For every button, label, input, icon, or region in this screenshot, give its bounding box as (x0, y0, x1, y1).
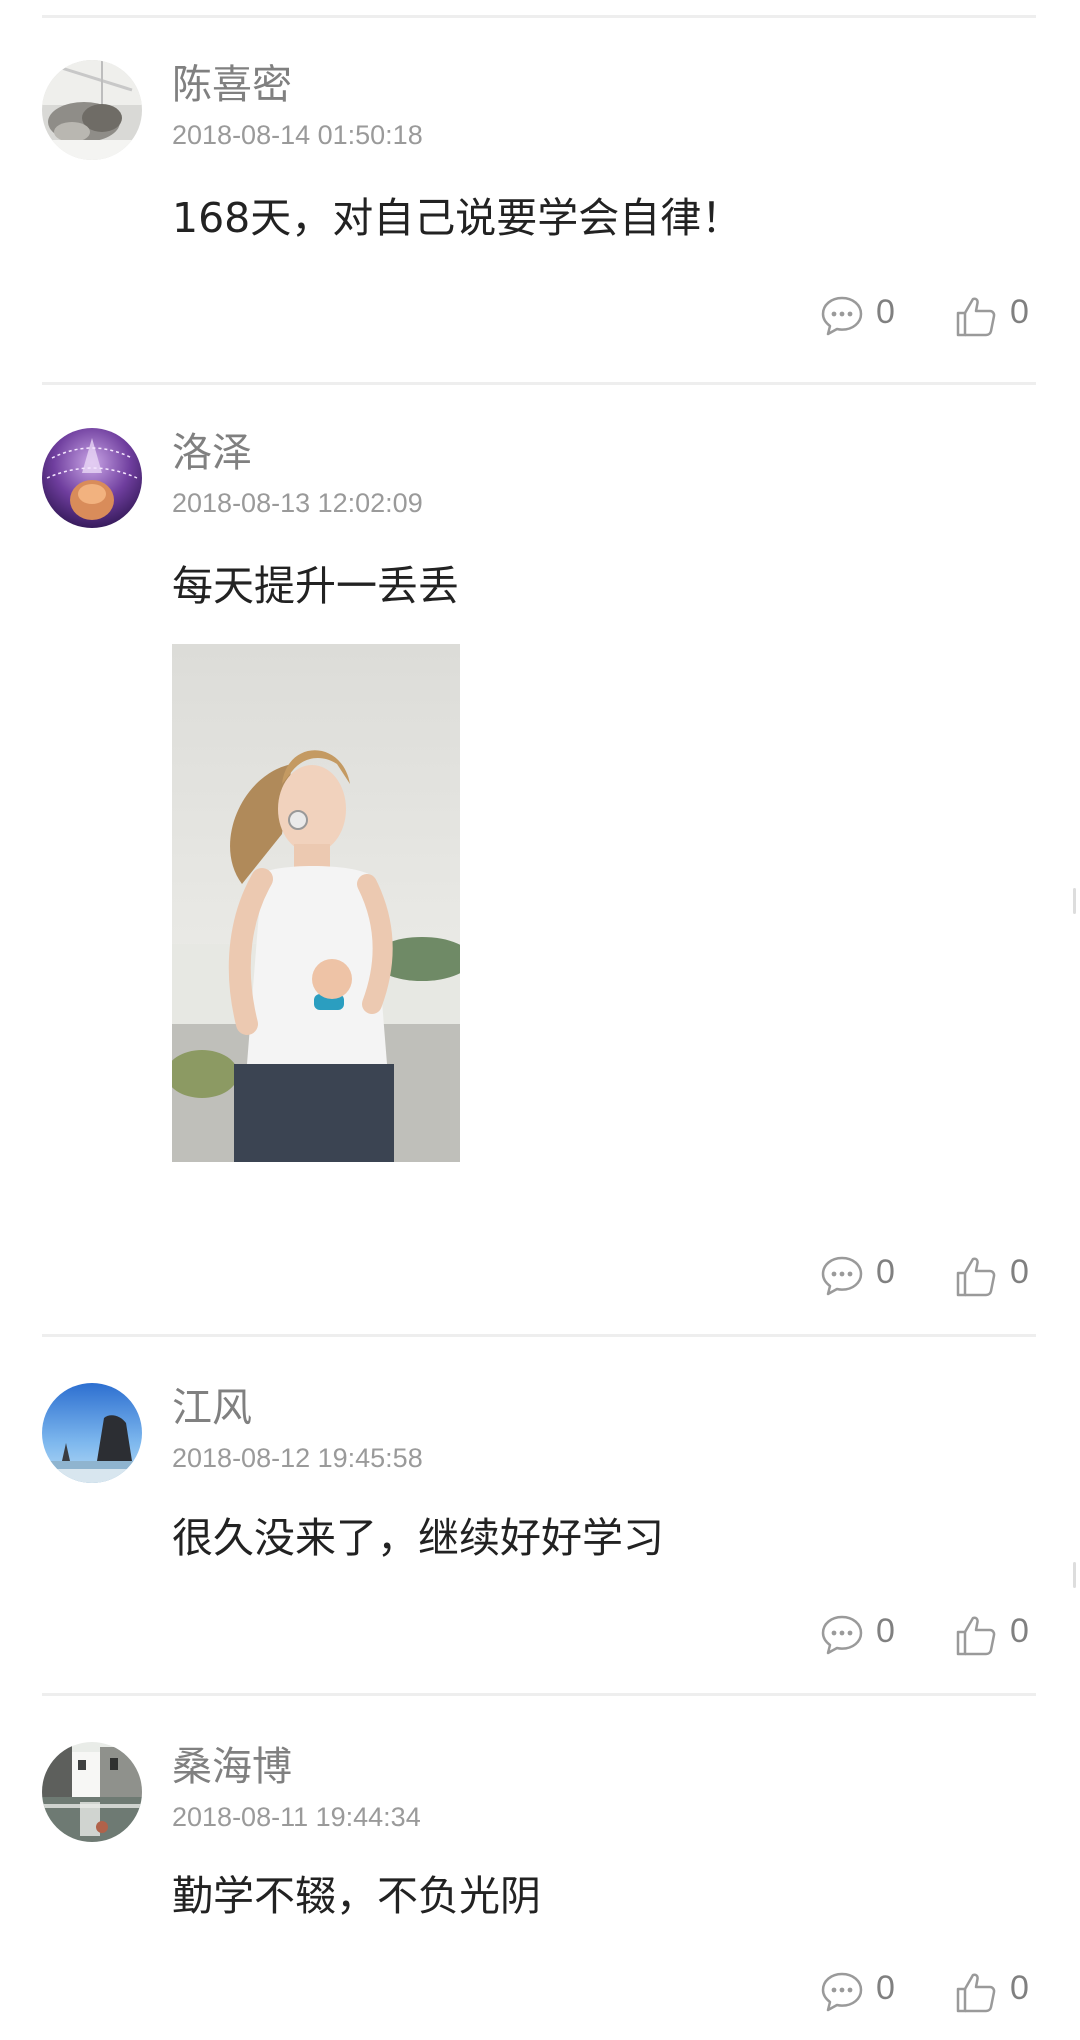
post-actions: 0 0 (820, 1611, 1080, 1661)
post-actions: 0 0 (820, 292, 1080, 342)
post-actions: 0 0 (820, 1252, 1080, 1302)
post-content: 勤学不辍，不负光阴 (172, 1872, 541, 1920)
scrollbar-indicator[interactable] (1073, 888, 1076, 914)
like-button[interactable]: 0 (954, 1968, 1044, 2018)
comment-button[interactable]: 0 (820, 1968, 910, 2018)
post-content: 很久没来了，继续好好学习 (172, 1514, 664, 1562)
avatar[interactable] (42, 1383, 142, 1483)
post-content: 168天，对自己说要学会自律！ (172, 194, 743, 242)
like-button[interactable]: 0 (954, 1252, 1044, 1302)
comment-button[interactable]: 0 (820, 292, 910, 342)
top-divider (42, 15, 1036, 18)
comment-bubble-icon (821, 1256, 863, 1296)
like-button[interactable]: 0 (954, 292, 1044, 342)
thumbs-up-icon (956, 1973, 996, 2013)
post-actions: 0 0 (820, 1968, 1080, 2018)
comment-count: 0 (876, 1253, 895, 1291)
avatar[interactable] (42, 60, 142, 160)
thumbs-up-icon (956, 1616, 996, 1656)
timestamp: 2018-08-13 12:02:09 (172, 488, 423, 518)
thumbs-up-icon (956, 297, 996, 337)
comment-count: 0 (876, 1612, 895, 1650)
post-divider (42, 1693, 1036, 1696)
comment-count: 0 (876, 1969, 895, 2007)
like-count: 0 (1010, 1969, 1029, 2007)
post-image[interactable] (172, 644, 460, 1162)
post-content: 每天提升一丢丢 (172, 562, 459, 610)
username[interactable]: 桑海博 (172, 1742, 292, 1792)
username[interactable]: 洛泽 (172, 428, 252, 478)
like-count: 0 (1010, 1612, 1029, 1650)
comment-bubble-icon (821, 296, 863, 336)
comment-button[interactable]: 0 (820, 1611, 910, 1661)
scrollbar-indicator[interactable] (1073, 1562, 1076, 1588)
like-count: 0 (1010, 1253, 1029, 1291)
timestamp: 2018-08-12 19:45:58 (172, 1443, 423, 1473)
username[interactable]: 陈喜密 (172, 60, 292, 110)
username[interactable]: 江风 (172, 1383, 252, 1433)
like-button[interactable]: 0 (954, 1611, 1044, 1661)
post-divider (42, 1334, 1036, 1337)
comment-bubble-icon (821, 1615, 863, 1655)
thumbs-up-icon (956, 1257, 996, 1297)
avatar[interactable] (42, 428, 142, 528)
timestamp: 2018-08-14 01:50:18 (172, 120, 423, 150)
comment-count: 0 (876, 293, 895, 331)
comment-button[interactable]: 0 (820, 1252, 910, 1302)
timestamp: 2018-08-11 19:44:34 (172, 1802, 421, 1832)
post-divider (42, 382, 1036, 385)
like-count: 0 (1010, 293, 1029, 331)
avatar[interactable] (42, 1742, 142, 1842)
comment-bubble-icon (821, 1972, 863, 2012)
